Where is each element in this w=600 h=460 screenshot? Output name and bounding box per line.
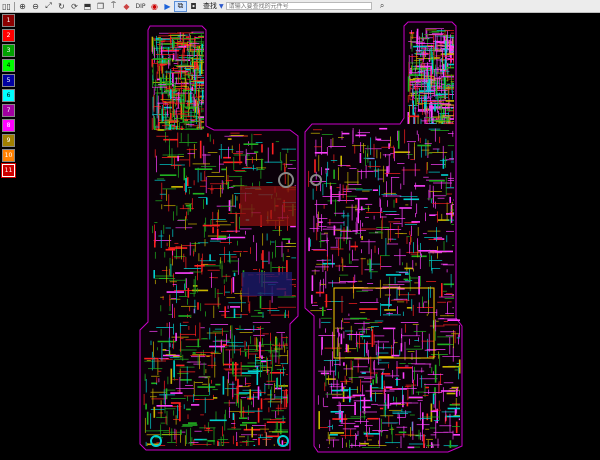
- left-chip-area: [240, 186, 296, 226]
- pcb-canvas[interactable]: [0, 12, 600, 460]
- gem-icon[interactable]: ◆: [120, 1, 133, 12]
- fit-page-icon[interactable]: ▯▯: [0, 1, 13, 12]
- dip-icon[interactable]: DIP: [133, 1, 148, 12]
- chevron-down-icon[interactable]: ▼: [219, 3, 224, 10]
- zoom-out-icon[interactable]: ⊖: [29, 1, 42, 12]
- net-icon[interactable]: ⧉: [174, 0, 187, 12]
- left-board: [139, 25, 299, 451]
- mouse-icon[interactable]: ◘: [187, 1, 200, 12]
- copy-icon[interactable]: ❐: [94, 1, 107, 12]
- right-board: [304, 21, 463, 453]
- pin-icon[interactable]: ⍑: [107, 1, 120, 12]
- select-icon[interactable]: ▶: [161, 1, 174, 12]
- flip-icon[interactable]: ⬒: [81, 1, 94, 12]
- fit-width-icon[interactable]: ⤢: [42, 1, 55, 12]
- component-icon[interactable]: ◉: [148, 1, 161, 12]
- zoom-in-icon[interactable]: ⊕: [16, 1, 29, 12]
- search-icon[interactable]: ⌕: [376, 1, 389, 12]
- search-label: 查找: [203, 2, 217, 10]
- toolbar-separator: [14, 1, 15, 11]
- rotate-icon[interactable]: ⟳: [68, 1, 81, 12]
- left-chip-area-2: [242, 272, 292, 296]
- search-input[interactable]: [225, 2, 372, 10]
- refresh-icon[interactable]: ↻: [55, 1, 68, 12]
